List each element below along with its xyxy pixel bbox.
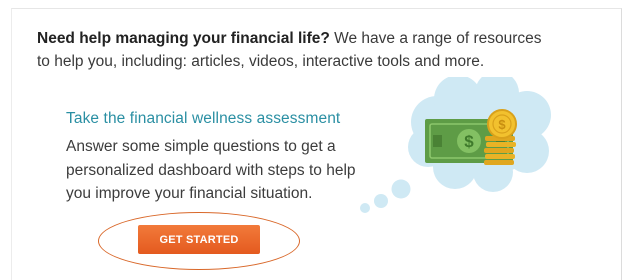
svg-text:$: $ xyxy=(498,117,506,132)
coin-stack-icon: $ xyxy=(484,109,517,165)
assessment-description: Answer some simple questions to get a pe… xyxy=(66,138,356,202)
intro-text: Need help managing your financial life? … xyxy=(37,27,557,73)
assessment-title[interactable]: Take the financial wellness assessment xyxy=(66,110,340,128)
svg-text:$: $ xyxy=(464,132,474,151)
bubble-dot-small xyxy=(360,203,370,213)
get-started-button[interactable]: GET STARTED xyxy=(138,225,260,254)
money-thought-bubble-icon: $ $ xyxy=(360,77,551,213)
bubble-dot-medium xyxy=(374,194,388,208)
intro-heading: Need help managing your financial life? xyxy=(37,30,330,47)
bubble-dot-large xyxy=(391,179,411,199)
